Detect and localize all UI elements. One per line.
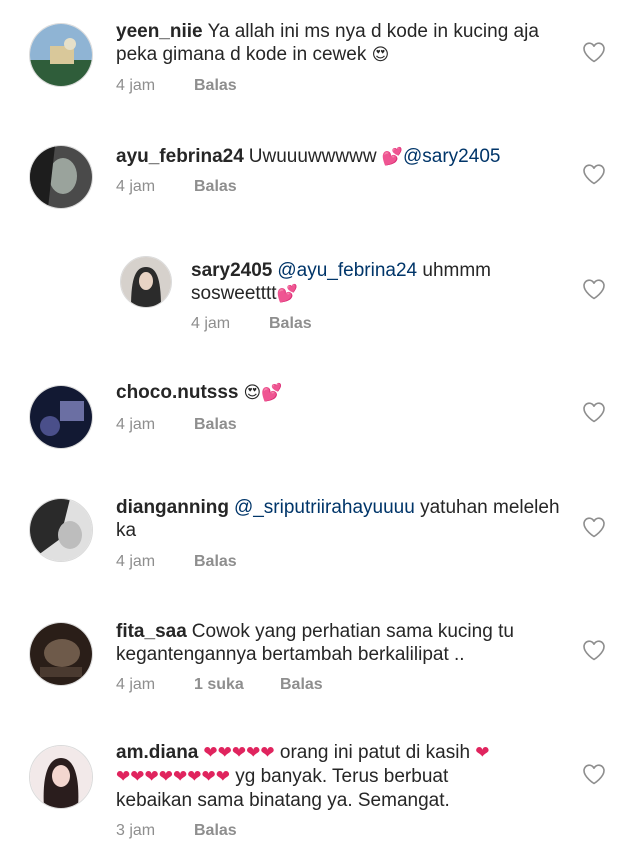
like-heart-icon[interactable] [582, 401, 606, 423]
comment-text: am.diana ❤❤❤❤❤ orang ini patut di kasih ❤… [116, 741, 576, 812]
comment-username[interactable]: dianganning [116, 497, 229, 518]
comment-body-text: sosweetttt [191, 283, 277, 304]
mention-link[interactable]: @sary2405 [403, 146, 500, 167]
comment-text: sary2405 @ayu_febrina24 uhmmm sosweetttt💕 [191, 259, 571, 306]
reply-button[interactable]: Balas [194, 822, 237, 840]
reply-button[interactable]: Balas [269, 315, 312, 333]
comment-text: dianganning @_sriputriirahayuuuu yatuhan … [116, 496, 576, 542]
emoji: 😍 [243, 383, 262, 403]
comment-text: ayu_febrina24 Uwuuuwwwww 💕@sary2405 [116, 145, 566, 169]
avatar[interactable] [29, 745, 93, 809]
like-heart-icon[interactable] [582, 163, 606, 185]
avatar-image [30, 146, 92, 208]
emoji: 😍 [371, 45, 390, 65]
comment-time: 4 jam [116, 77, 156, 94]
comment-body-text: yatuhan meleleh [414, 497, 560, 518]
comment-body-text: Cowok yang perhatian sama kucing tu [191, 621, 514, 642]
reply-button[interactable]: Balas [194, 77, 237, 95]
like-heart-icon[interactable] [582, 763, 606, 785]
comment-time: 4 jam [116, 553, 156, 570]
comment-meta: 4 jam Balas [116, 77, 237, 95]
reply-button[interactable]: Balas [194, 416, 237, 434]
comment-body-text: peka gimana d kode in cewek [116, 44, 372, 65]
comment-time: 4 jam [116, 416, 156, 433]
heart-emoji: ❤❤❤❤❤ [203, 743, 275, 763]
reply-button[interactable]: Balas [280, 676, 323, 694]
avatar-image [30, 24, 92, 86]
reply-button[interactable]: Balas [194, 178, 237, 196]
comment-time: 4 jam [116, 178, 156, 195]
comment-text: fita_saa Cowok yang perhatian sama kucing… [116, 620, 576, 666]
comment-meta: 3 jam Balas [116, 822, 237, 840]
comment-time: 3 jam [116, 822, 156, 839]
comment-meta: 4 jam 1 suka Balas [116, 676, 323, 694]
emoji: 💕 [261, 383, 283, 403]
comment-meta: 4 jam Balas [116, 553, 237, 571]
avatar-image [30, 499, 92, 561]
like-heart-icon[interactable] [582, 41, 606, 63]
comment-text: choco.nutsss 😍💕 [116, 381, 566, 405]
like-heart-icon[interactable] [582, 516, 606, 538]
comment-body-text: ka [116, 520, 137, 541]
comment-text: yeen_niie Ya allah ini ms nya d kode in k… [116, 20, 566, 67]
comment-body-text: orang ini patut di kasih [274, 742, 476, 763]
avatar[interactable] [29, 622, 93, 686]
comment-username[interactable]: fita_saa [116, 621, 187, 642]
comment-body-text: kegantengannya bertambah berkalilipat .. [116, 644, 465, 665]
like-heart-icon[interactable] [582, 639, 606, 661]
comment-body-text: kebaikan sama binatang ya. Semangat. [116, 790, 450, 811]
reply-button[interactable]: Balas [194, 553, 237, 571]
avatar[interactable] [120, 256, 172, 308]
comment-time: 4 jam [191, 315, 231, 332]
comment-username[interactable]: sary2405 [191, 260, 272, 281]
comment-body-text: yg banyak. Terus berbuat [229, 766, 449, 787]
comment-body-text: Ya allah ini ms nya d kode in kucing aja [207, 21, 539, 42]
like-heart-icon[interactable] [582, 278, 606, 300]
avatar-image [30, 746, 92, 808]
avatar[interactable] [29, 145, 93, 209]
comment-username[interactable]: yeen_niie [116, 21, 203, 42]
heart-emoji: ❤ [475, 743, 490, 763]
comment-time: 4 jam [116, 676, 156, 693]
comment-meta: 4 jam Balas [191, 315, 312, 333]
avatar-image [30, 386, 92, 448]
emoji: 💕 [276, 284, 298, 304]
comment-meta: 4 jam Balas [116, 416, 237, 434]
avatar-image [121, 257, 171, 307]
mention-link[interactable]: @_sriputriirahayuuuu [234, 497, 415, 518]
comment-body-text: Uwuuuwwwww [248, 146, 382, 167]
avatar[interactable] [29, 23, 93, 87]
like-count[interactable]: 1 suka [194, 676, 280, 694]
comment-body-text: uhmmm [417, 260, 491, 281]
comment-username[interactable]: choco.nutsss [116, 382, 238, 403]
emoji: 💕 [381, 147, 403, 167]
comment-username[interactable]: ayu_febrina24 [116, 146, 244, 167]
avatar[interactable] [29, 385, 93, 449]
comment-username[interactable]: am.diana [116, 742, 198, 763]
avatar-image [30, 623, 92, 685]
avatar[interactable] [29, 498, 93, 562]
heart-emoji: ❤❤❤❤❤❤❤❤ [116, 767, 230, 787]
mention-link[interactable]: @ayu_febrina24 [277, 260, 417, 281]
comment-meta: 4 jam Balas [116, 178, 237, 196]
